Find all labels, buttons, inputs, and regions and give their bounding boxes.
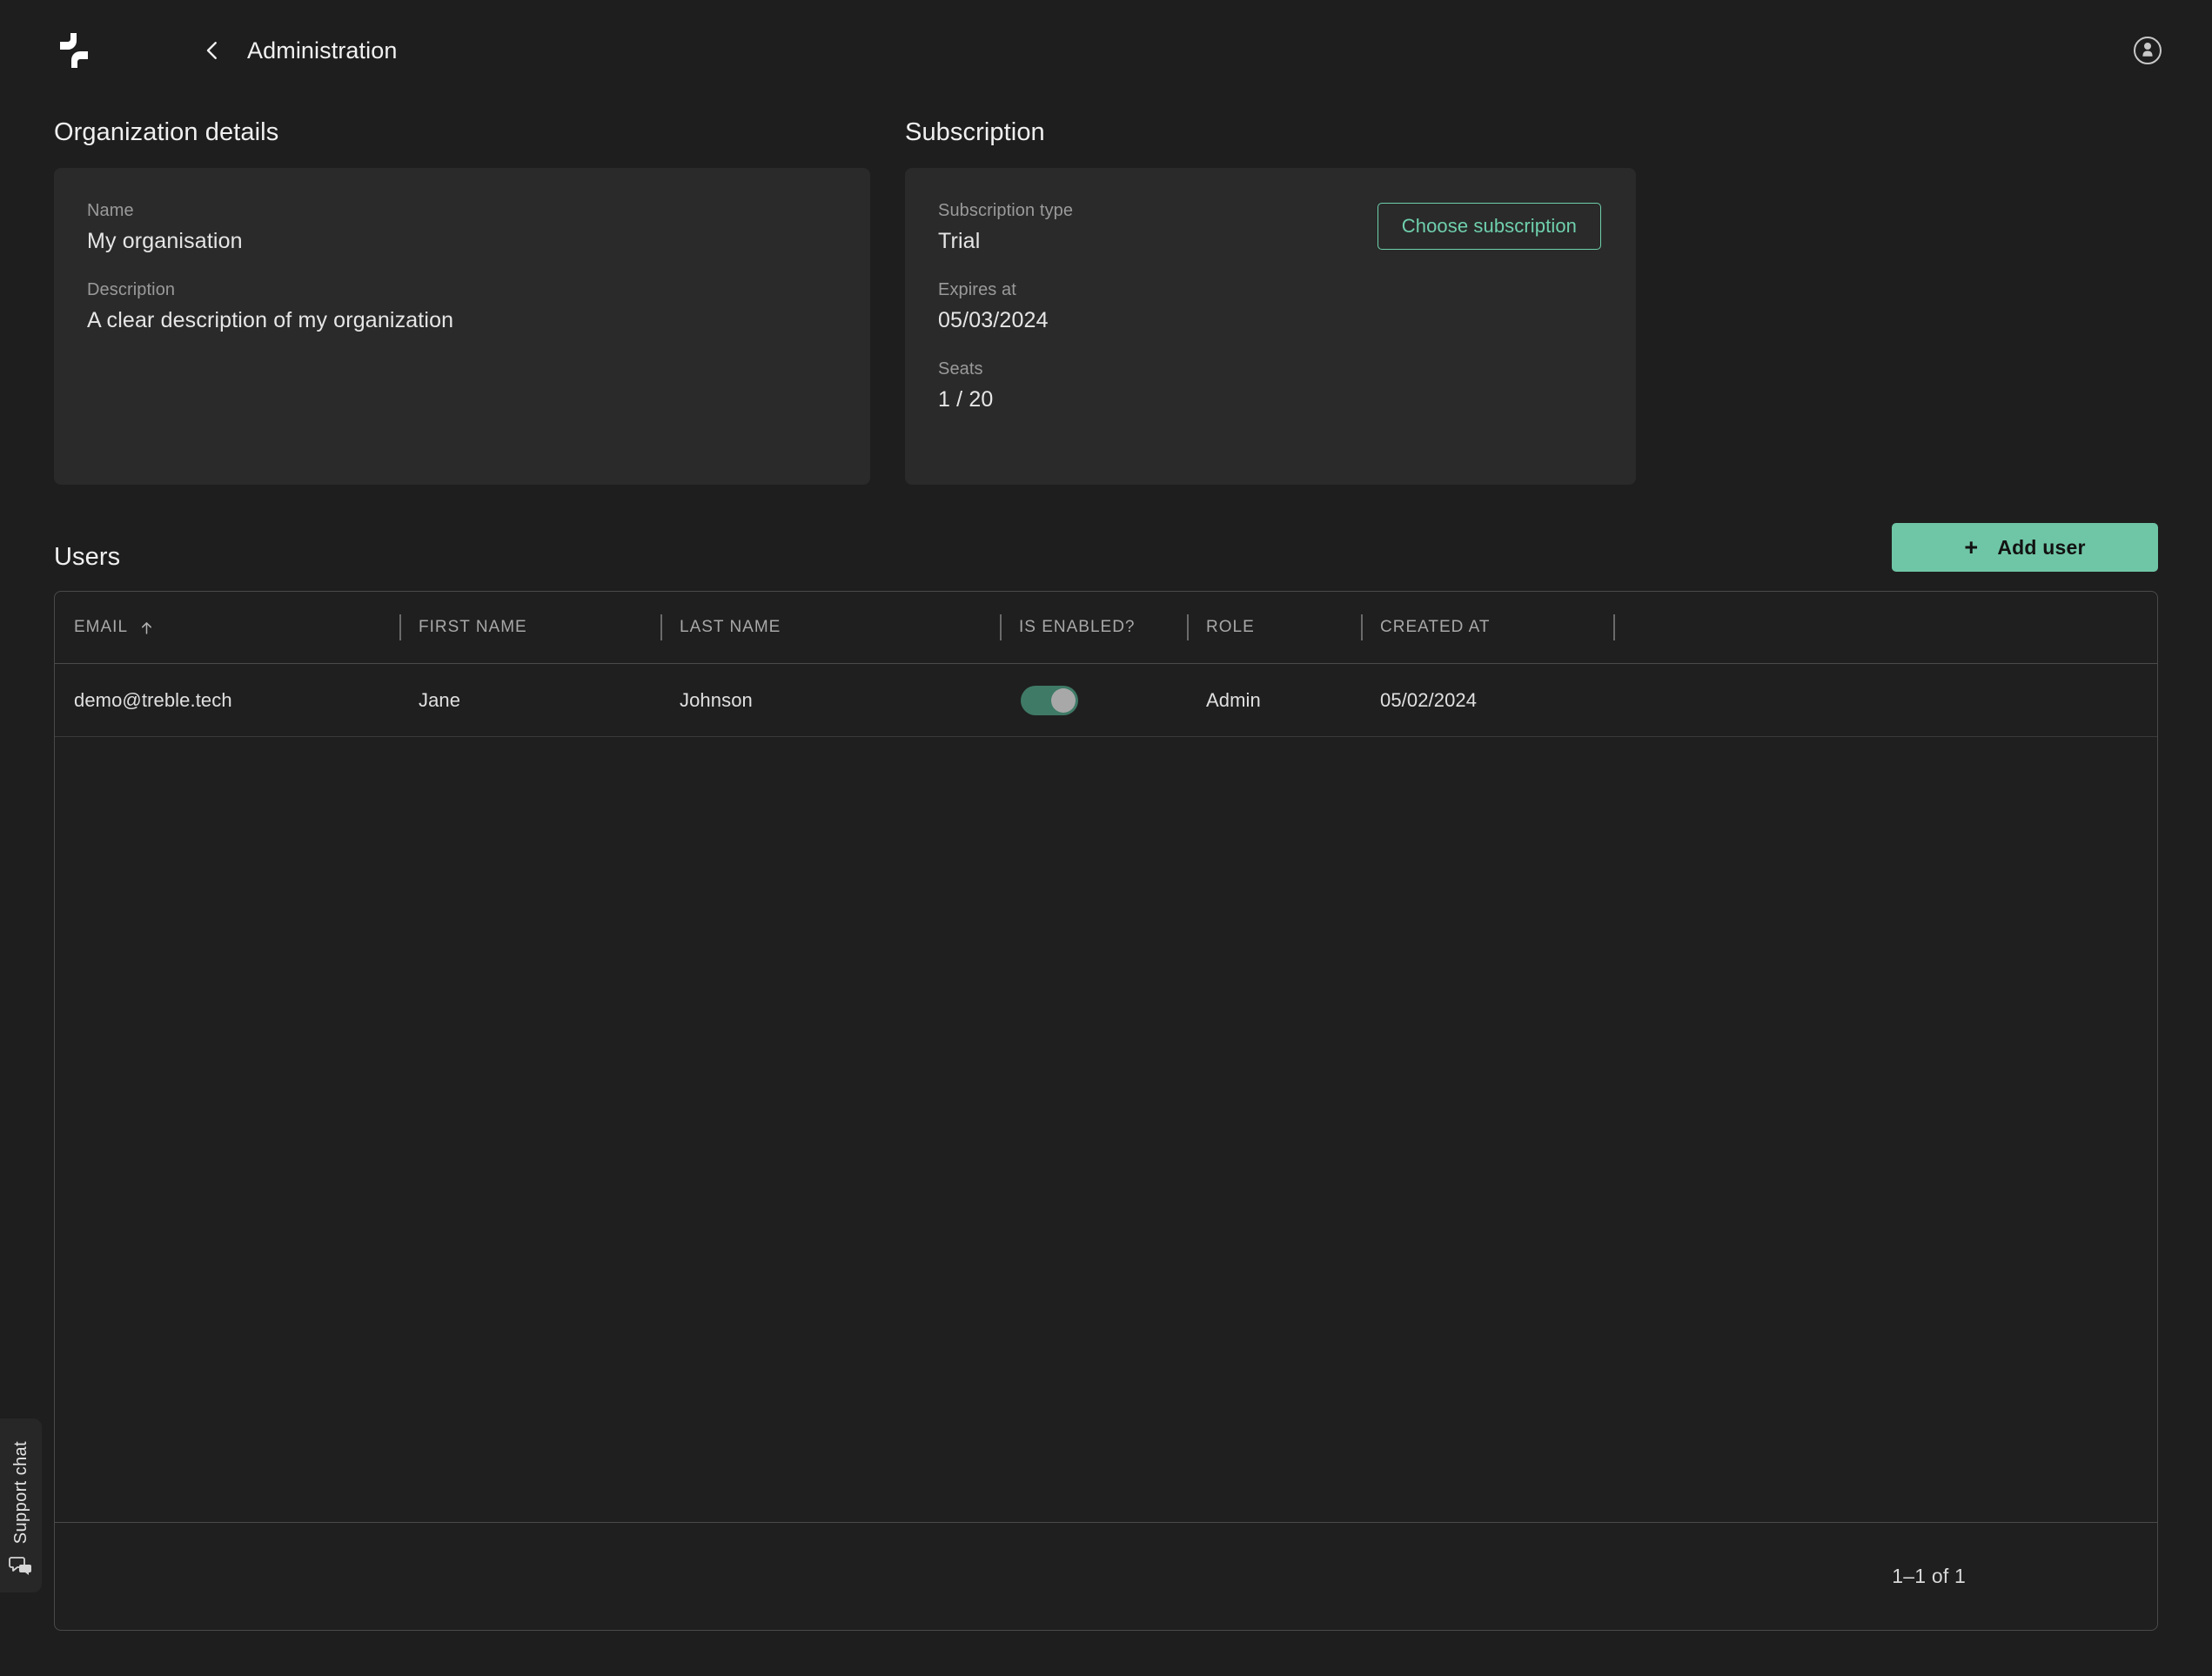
subscription-card: Choose subscription Subscription type Tr… [905,168,1636,485]
page-title: Administration [247,37,398,64]
field-seats: Seats 1 / 20 [938,359,1603,412]
cell-email: demo@treble.tech [74,688,232,711]
users-table-header: EMAIL FIRST NAME LAST NAME IS ENABLED? R… [55,592,2157,664]
column-header-last-name[interactable]: LAST NAME [660,618,1000,637]
field-expires-at-value: 05/03/2024 [938,308,1049,332]
field-seats-value: 1 / 20 [938,387,994,412]
column-header-last-name-label: LAST NAME [680,618,781,636]
chevron-left-icon [206,42,217,59]
field-description-label: Description [87,280,176,299]
column-header-is-enabled[interactable]: IS ENABLED? [1000,618,1187,637]
main-content: Organization details Name My organisatio… [0,101,2212,1631]
field-seats-label: Seats [938,359,983,379]
column-header-email[interactable]: EMAIL [74,618,399,637]
column-header-first-name[interactable]: FIRST NAME [399,618,660,637]
field-expires-at: Expires at 05/03/2024 [938,280,1603,333]
cell-last-name: Johnson [680,688,753,711]
field-description-value: A clear description of my organization [87,308,454,332]
column-header-email-label: EMAIL [74,618,129,636]
cell-role: Admin [1206,688,1261,711]
chat-bubbles-icon [9,1557,31,1575]
users-header-row: Users + Add user [54,523,2158,572]
column-header-is-enabled-label: IS ENABLED? [1019,618,1136,636]
users-table: EMAIL FIRST NAME LAST NAME IS ENABLED? R… [54,591,2158,1631]
field-name-value: My organisation [87,229,243,253]
toggle-knob [1051,687,1076,713]
column-header-role-label: ROLE [1206,618,1255,636]
top-bar: Administration [0,0,2212,101]
column-header-created-at-label: CREATED AT [1380,618,1491,636]
cell-created-at: 05/02/2024 [1380,688,1478,711]
field-description: Description A clear description of my or… [87,280,837,333]
panels-row: Organization details Name My organisatio… [54,118,2158,485]
plus-icon: + [1964,533,1979,560]
pagination-label: 1–1 of 1 [1892,1565,1966,1587]
column-header-created-at[interactable]: CREATED AT [1361,618,1613,637]
organization-details-panel: Organization details Name My organisatio… [54,118,870,485]
column-header-first-name-label: FIRST NAME [419,618,527,636]
field-expires-at-label: Expires at [938,280,1016,299]
table-empty-space [55,737,2157,1522]
back-button[interactable] [193,31,231,70]
table-row[interactable]: demo@treble.tech Jane Johnson Admin 05/0… [55,664,2157,737]
add-user-label: Add user [1997,535,2086,559]
column-header-role[interactable]: ROLE [1187,618,1361,637]
table-footer: 1–1 of 1 [55,1522,2157,1630]
is-enabled-toggle[interactable] [1021,685,1078,715]
treble-logo-icon[interactable] [54,30,94,70]
add-user-button[interactable]: + Add user [1892,523,2158,572]
arrow-up-icon [142,621,152,634]
field-name: Name My organisation [87,201,837,254]
support-chat-label: Support chat [10,1440,30,1544]
subscription-panel: Subscription Choose subscription Subscri… [905,118,1636,485]
support-chat-tab[interactable]: Support chat [0,1418,42,1592]
cell-first-name: Jane [419,688,461,711]
users-heading: Users [54,543,121,571]
choose-subscription-button[interactable]: Choose subscription [1377,203,1601,250]
organization-details-card: Name My organisation Description A clear… [54,168,870,485]
organization-details-heading: Organization details [54,118,279,146]
subscription-heading: Subscription [905,118,1045,146]
field-name-label: Name [87,201,134,220]
cell-is-enabled [1000,685,1187,715]
account-circle-icon[interactable] [2128,31,2167,70]
